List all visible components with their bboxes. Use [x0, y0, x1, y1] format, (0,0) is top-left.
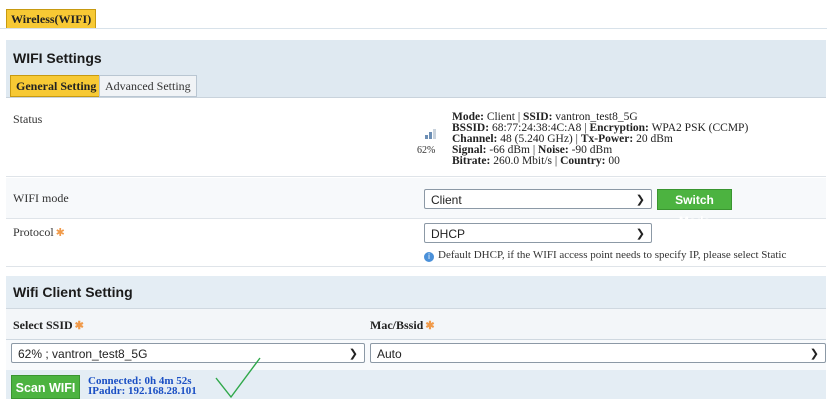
ip-address: IPaddr: 192.168.28.101 [88, 385, 197, 397]
wifi-mode-select[interactable]: Client ❯ [424, 189, 652, 209]
protocol-value: DHCP [431, 227, 466, 241]
wifi-settings-title: WIFI Settings [13, 50, 102, 66]
chevron-down-icon: ❯ [635, 228, 645, 240]
protocol-select[interactable]: DHCP ❯ [424, 223, 652, 243]
chevron-down-icon: ❯ [635, 194, 645, 206]
ssid-select[interactable]: 62% ; vantron_test8_5G ❯ [11, 343, 365, 363]
chevron-down-icon: ❯ [809, 348, 819, 360]
switch-mode-button[interactable]: Switch Mode [657, 189, 732, 228]
wifi-mode-value: Client [431, 193, 462, 207]
select-ssid-label: Select SSID [13, 318, 73, 332]
status-label: Status [13, 112, 43, 126]
protocol-hint-text: Default DHCP, if the WIFI access point n… [438, 249, 787, 261]
required-icon: ✱ [55, 227, 65, 239]
checkmark-icon [214, 356, 262, 403]
tab-wireless-wifi[interactable]: Wireless(WIFI) [6, 9, 97, 29]
wifi-mode-label: WIFI mode [13, 191, 69, 205]
tab-general-setting[interactable]: General Setting [10, 75, 103, 97]
mac-bssid-label: Mac/Bssid [370, 318, 424, 332]
protocol-label-wrap: Protocol ✱ [13, 225, 65, 240]
mac-bssid-select[interactable]: Auto ❯ [370, 343, 826, 363]
info-icon: i [424, 252, 434, 262]
signal-percent: 62% [417, 145, 436, 156]
ssid-value: 62% ; vantron_test8_5G [18, 347, 148, 361]
mac-bssid-label-wrap: Mac/Bssid ✱ [370, 318, 435, 333]
required-icon: ✱ [74, 320, 84, 332]
status-details: Mode: Client | SSID: vantron_test8_5G BS… [452, 111, 749, 167]
protocol-label: Protocol [13, 225, 54, 239]
connection-status: Connected: 0h 4m 52s IPaddr: 192.168.28.… [88, 376, 197, 397]
tab-advanced-setting[interactable]: Advanced Setting [99, 75, 197, 97]
wifi-client-title: Wifi Client Setting [13, 284, 133, 300]
required-icon: ✱ [425, 320, 435, 332]
select-ssid-label-wrap: Select SSID ✱ [13, 318, 84, 333]
mac-bssid-value: Auto [377, 347, 402, 361]
chevron-down-icon: ❯ [348, 348, 358, 360]
signal-strength-icon [425, 127, 437, 143]
scan-wifi-button[interactable]: Scan WIFI [11, 375, 80, 399]
protocol-hint: i Default DHCP, if the WIFI access point … [424, 249, 786, 262]
divider [0, 28, 827, 29]
